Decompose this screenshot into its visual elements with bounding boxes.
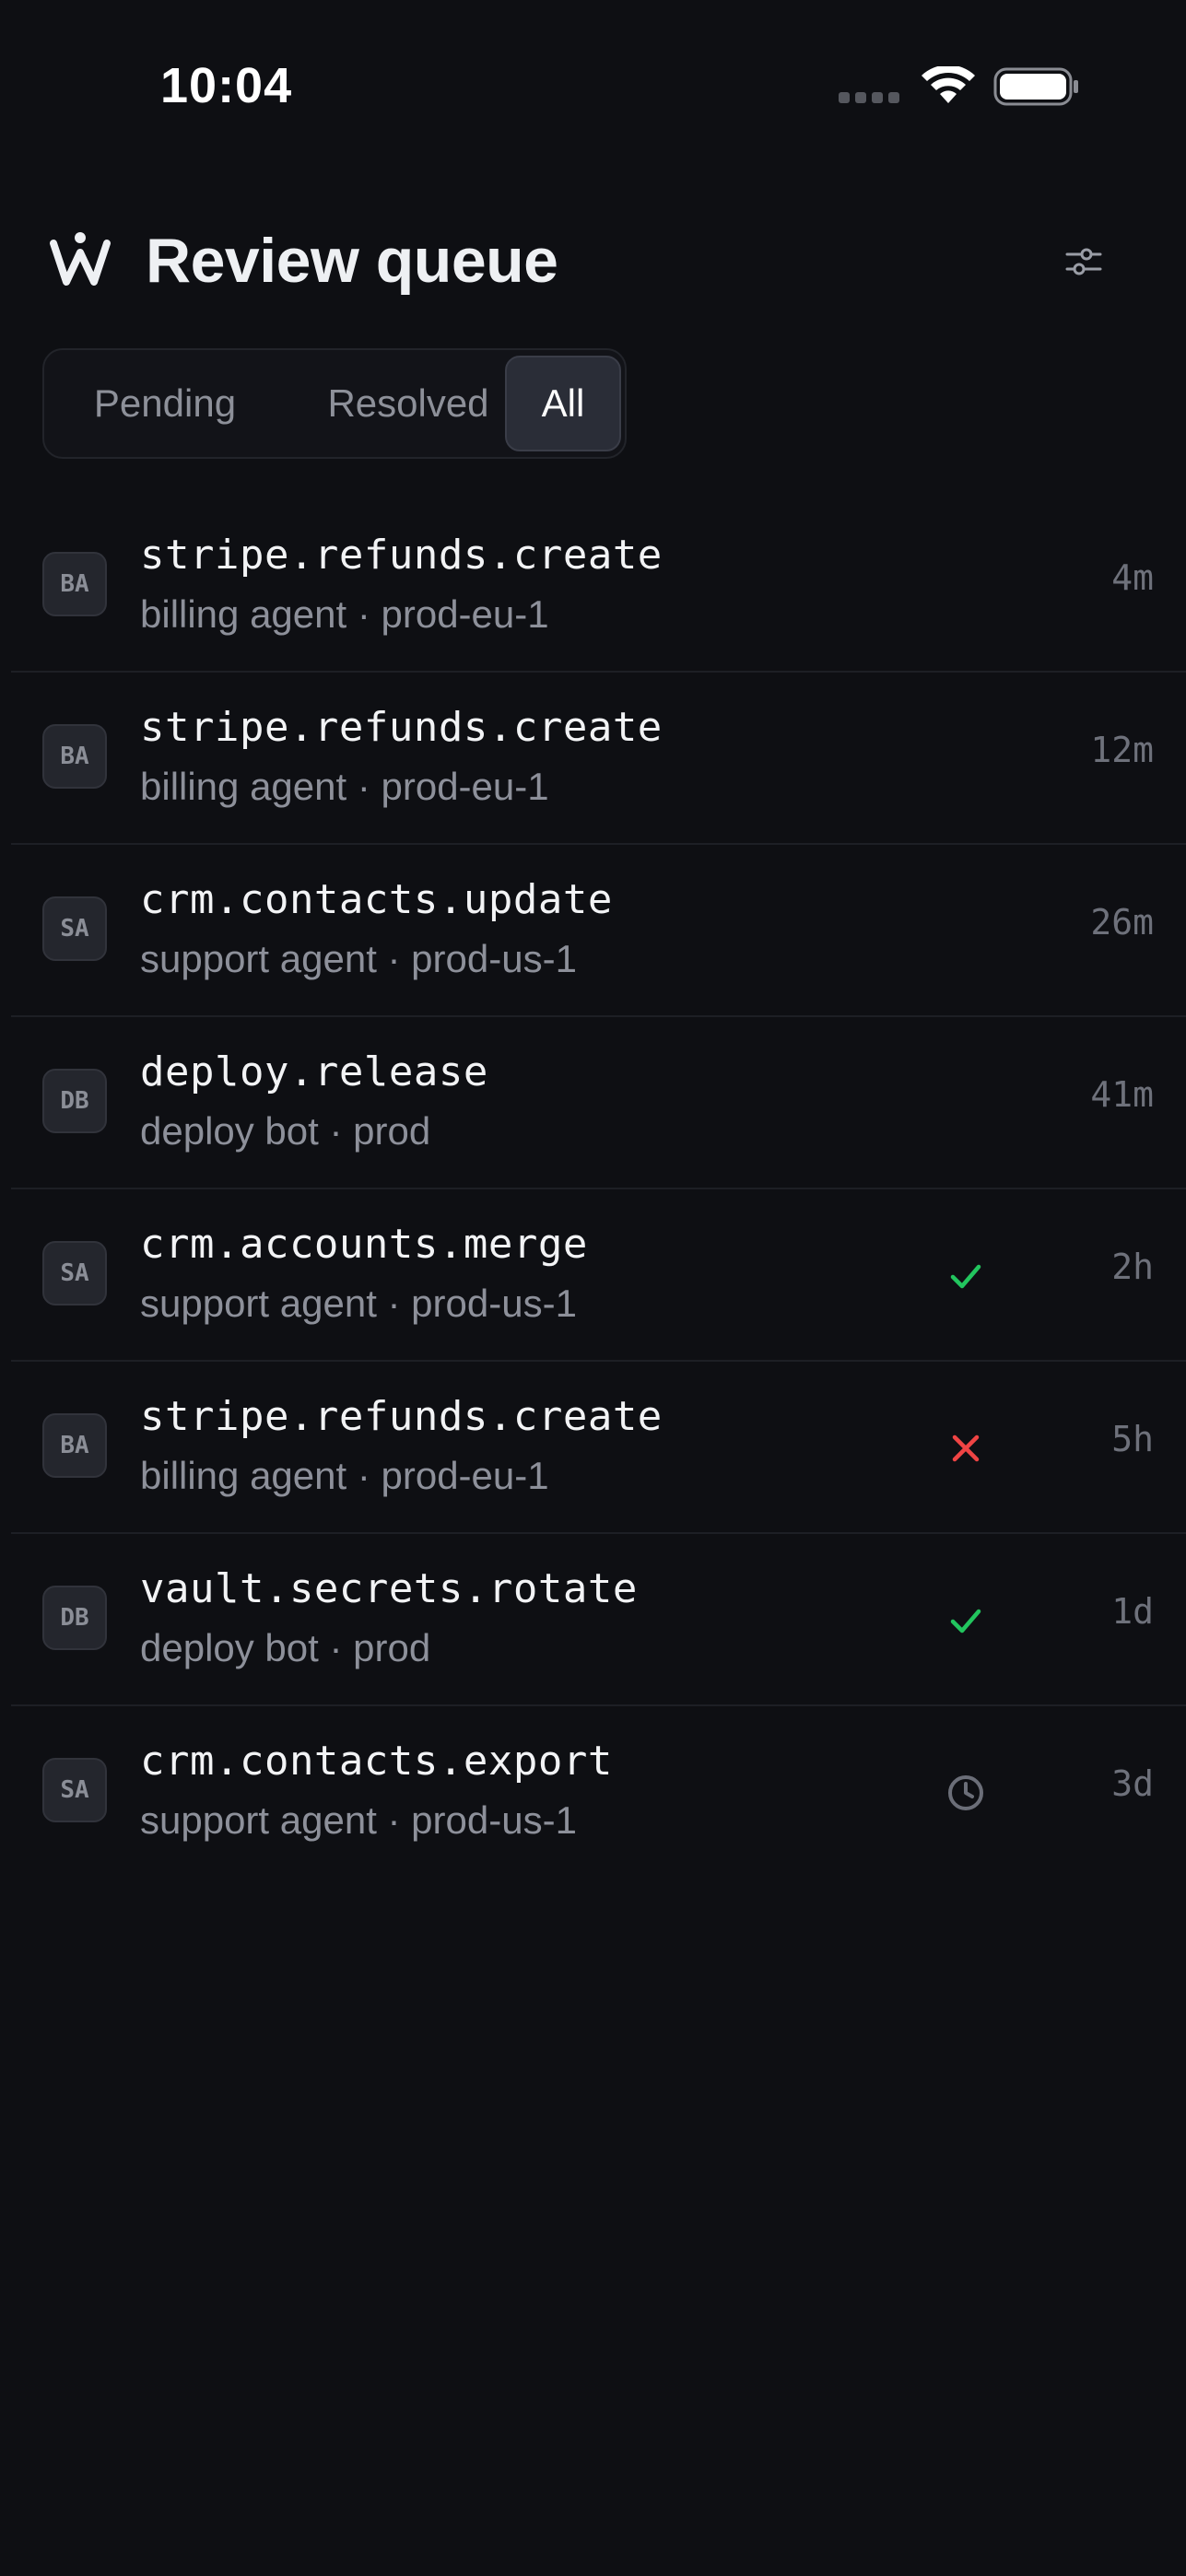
action-meta: billing agent · prod-eu-1 (140, 1454, 549, 1497)
filter-tabs: Pending Resolved All (42, 348, 627, 459)
list-item[interactable]: DB deploy.release deploy bot · prod 41m (11, 1017, 1186, 1189)
avatar: BA (42, 724, 107, 789)
relative-time: 26m (1090, 902, 1154, 943)
list-item[interactable]: SA crm.contacts.export support agent · p… (11, 1706, 1186, 1879)
sliders-icon (1065, 248, 1102, 275)
action-name: crm.accounts.merge (140, 1221, 588, 1268)
action-meta: support agent · prod-us-1 (140, 1282, 577, 1325)
check-icon (950, 1264, 981, 1289)
status-approved (944, 1598, 988, 1643)
action-name: stripe.refunds.create (140, 1393, 663, 1440)
x-icon (952, 1434, 980, 1462)
status-icons (839, 66, 1078, 107)
status-bar: 10:04 (0, 0, 1186, 175)
w-logo-icon (50, 232, 111, 286)
relative-time: 2h (1111, 1247, 1154, 1287)
tab-resolved[interactable]: Resolved (293, 356, 523, 451)
action-meta: deploy bot · prod (140, 1626, 431, 1669)
avatar: SA (42, 896, 107, 961)
avatar: DB (42, 1586, 107, 1650)
action-name: crm.contacts.export (140, 1738, 613, 1785)
header: Review queue (0, 212, 1186, 313)
avatar: DB (42, 1069, 107, 1133)
avatar: SA (42, 1241, 107, 1306)
clock-icon (948, 1775, 983, 1810)
cellular-signal-icon (839, 92, 901, 103)
action-meta: deploy bot · prod (140, 1109, 431, 1153)
action-meta: support agent · prod-us-1 (140, 1798, 577, 1842)
action-meta: billing agent · prod-eu-1 (140, 592, 549, 636)
action-name: deploy.release (140, 1048, 488, 1095)
tab-all[interactable]: All (505, 356, 621, 451)
status-time: 10:04 (160, 58, 293, 113)
list-item[interactable]: DB vault.secrets.rotate deploy bot · pro… (11, 1534, 1186, 1706)
status-pending (944, 1771, 988, 1815)
list-item[interactable]: BA stripe.refunds.create billing agent ·… (11, 1362, 1186, 1534)
relative-time: 1d (1111, 1591, 1154, 1632)
relative-time: 41m (1090, 1074, 1154, 1115)
relative-time: 4m (1111, 557, 1154, 598)
avatar: BA (42, 552, 107, 616)
page-title: Review queue (146, 226, 558, 296)
avatar: SA (42, 1758, 107, 1822)
avatar: BA (42, 1413, 107, 1478)
wifi-icon (922, 66, 975, 103)
tab-pending[interactable]: Pending (50, 356, 280, 451)
relative-time: 5h (1111, 1419, 1154, 1459)
list-item[interactable]: SA crm.accounts.merge support agent · pr… (11, 1189, 1186, 1362)
status-approved (944, 1254, 988, 1298)
review-list: BA stripe.refunds.create billing agent ·… (11, 500, 1186, 1879)
action-meta: billing agent · prod-eu-1 (140, 765, 549, 808)
list-item[interactable]: BA stripe.refunds.create billing agent ·… (11, 500, 1186, 673)
list-item[interactable]: BA stripe.refunds.create billing agent ·… (11, 673, 1186, 845)
list-item[interactable]: SA crm.contacts.update support agent · p… (11, 845, 1186, 1017)
check-icon (950, 1609, 981, 1633)
filter-button[interactable] (1051, 228, 1117, 295)
action-name: stripe.refunds.create (140, 704, 663, 751)
action-name: vault.secrets.rotate (140, 1565, 638, 1612)
battery-icon (993, 67, 1078, 106)
action-meta: support agent · prod-us-1 (140, 937, 577, 980)
action-name: crm.contacts.update (140, 876, 613, 923)
relative-time: 12m (1090, 730, 1154, 770)
status-rejected (944, 1426, 988, 1470)
action-name: stripe.refunds.create (140, 532, 663, 579)
relative-time: 3d (1111, 1763, 1154, 1804)
